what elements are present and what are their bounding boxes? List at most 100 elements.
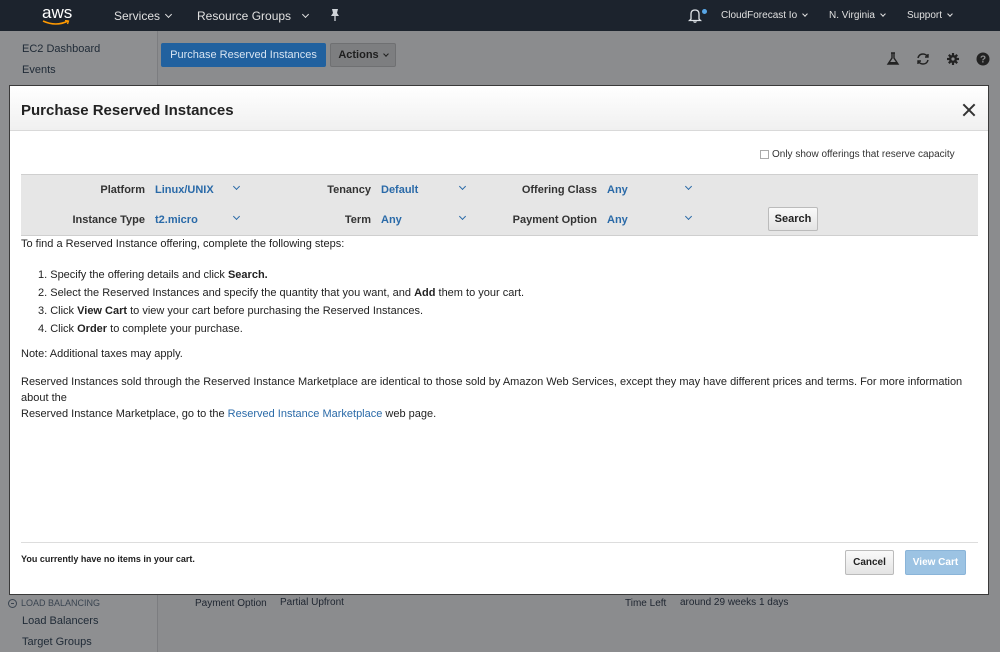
sidebar-item-load-balancers[interactable]: Load Balancers (22, 615, 98, 627)
sidebar-section-load-balancing[interactable]: LOAD BALANCING (8, 598, 100, 608)
collapse-icon (8, 598, 17, 608)
chevron-down-icon (684, 212, 693, 221)
resource-groups-label: Resource Groups (197, 9, 292, 23)
marketplace-line-2: Reserved Instance Marketplace, go to the… (21, 406, 981, 422)
chevron-down-icon (232, 182, 241, 191)
pin-icon[interactable] (329, 8, 341, 22)
tenancy-value: Default (381, 184, 419, 196)
chevron-down-icon (382, 50, 389, 57)
marketplace-text: Reserved Instance Marketplace, go to the (21, 408, 228, 420)
support-label: Support (907, 10, 943, 21)
chevron-down-icon (802, 11, 808, 17)
filter-panel: Platform Linux/UNIX Tenancy Default Offe… (21, 174, 978, 236)
instance-type-value: t2.micro (155, 214, 198, 226)
chevron-down-icon (947, 11, 953, 17)
platform-select[interactable]: Linux/UNIX (155, 182, 243, 196)
payment-option-value: Partial Upfront (280, 597, 344, 608)
payment-option-select[interactable]: Any (607, 212, 695, 226)
step-2: 2. Select the Reserved Instances and spe… (38, 284, 524, 302)
tenancy-label: Tenancy (327, 184, 371, 196)
chevron-down-icon (302, 10, 310, 19)
platform-value: Linux/UNIX (155, 184, 214, 196)
instance-type-select[interactable]: t2.micro (155, 212, 243, 226)
cancel-button[interactable]: Cancel (845, 550, 894, 575)
step-text: to complete your purchase. (107, 323, 243, 335)
offering-class-label: Offering Class (521, 184, 597, 196)
intro-text: To find a Reserved Instance offering, co… (21, 238, 345, 250)
payment-option-label: Payment Option (195, 598, 267, 609)
refresh-icon[interactable] (916, 52, 930, 66)
step-text: them to your cart. (435, 287, 525, 299)
svg-text:?: ? (980, 55, 986, 66)
steps-list: 1. Specify the offering details and clic… (38, 266, 524, 338)
reserve-capacity-option[interactable]: Only show offerings that reserve capacit… (760, 149, 955, 160)
step-bold: Search. (227, 269, 268, 281)
step-4: 4. Click Order to complete your purchase… (38, 320, 524, 338)
modal-header: Purchase Reserved Instances (10, 86, 988, 131)
marketplace-paragraph: Reserved Instances sold through the Rese… (21, 374, 981, 422)
step-bold: Order (77, 323, 108, 335)
support-menu[interactable]: Support (907, 10, 953, 21)
term-label: Term (344, 214, 371, 226)
reserve-capacity-checkbox[interactable] (760, 150, 769, 159)
actions-label: Actions (338, 49, 379, 61)
marketplace-link[interactable]: Reserved Instance Marketplace (228, 408, 383, 420)
logo-smile-icon (42, 20, 70, 25)
chevron-down-icon (458, 182, 467, 191)
chevron-down-icon (684, 182, 693, 191)
bell-icon[interactable] (688, 8, 702, 23)
taxes-note: Note: Additional taxes may apply. (21, 348, 183, 360)
help-icon[interactable]: ? (976, 52, 990, 66)
modal-title: Purchase Reserved Instances (21, 102, 234, 119)
resource-groups-menu[interactable]: Resource Groups (197, 9, 310, 23)
step-1: 1. Specify the offering details and clic… (38, 266, 524, 284)
reserve-capacity-label: Only show offerings that reserve capacit… (772, 149, 955, 160)
step-3: 3. Click View Cart to view your cart bef… (38, 302, 524, 320)
cart-status: You currently have no items in your cart… (21, 554, 195, 564)
step-text: 2. Select the Reserved Instances and spe… (38, 287, 415, 299)
step-bold: Add (414, 287, 436, 299)
account-label: CloudForecast Io (721, 10, 798, 21)
sidebar-item-ec2-dashboard[interactable]: EC2 Dashboard (22, 43, 100, 55)
step-text: to view your cart before purchasing the … (127, 305, 423, 317)
chevron-down-icon (232, 212, 241, 221)
purchase-reserved-instances-modal: Purchase Reserved Instances Only show of… (9, 85, 989, 595)
tenancy-select[interactable]: Default (381, 182, 469, 196)
time-left-value: around 29 weeks 1 days (680, 597, 789, 608)
account-menu[interactable]: CloudForecast Io (721, 10, 808, 21)
notification-dot (702, 9, 707, 14)
services-label: Services (114, 9, 161, 23)
footer-divider (21, 542, 978, 543)
marketplace-text: Reserved Instances sold through the Rese… (21, 376, 963, 404)
top-nav: aws Services Resource Groups CloudForeca… (0, 0, 1000, 31)
term-select[interactable]: Any (381, 212, 469, 226)
marketplace-text: web page. (382, 408, 437, 420)
payment-option-filter-value: Any (607, 214, 628, 226)
step-text: 3. Click (38, 305, 78, 317)
search-button[interactable]: Search (768, 207, 818, 231)
services-menu[interactable]: Services (114, 9, 173, 23)
instance-type-label: Instance Type (72, 214, 145, 226)
section-label: LOAD BALANCING (21, 598, 101, 608)
actions-button[interactable]: Actions (330, 43, 396, 67)
step-text: 1. Specify the offering details and clic… (38, 269, 228, 281)
step-text: 4. Click (38, 323, 78, 335)
platform-label: Platform (100, 184, 145, 196)
sidebar-item-events[interactable]: Events (22, 64, 56, 76)
time-left-label: Time Left (625, 598, 667, 609)
flask-icon[interactable] (886, 52, 900, 66)
gear-icon[interactable] (946, 52, 960, 66)
aws-logo[interactable]: aws (40, 3, 76, 27)
step-bold: View Cart (77, 305, 128, 317)
payment-option-filter-label: Payment Option (512, 214, 597, 226)
view-cart-button[interactable]: View Cart (905, 550, 966, 575)
term-value: Any (381, 214, 402, 226)
chevron-down-icon (880, 11, 886, 17)
close-icon[interactable] (961, 102, 977, 118)
purchase-reserved-instances-button[interactable]: Purchase Reserved Instances (161, 43, 326, 67)
chevron-down-icon (458, 212, 467, 221)
sidebar-item-target-groups[interactable]: Target Groups (22, 636, 92, 648)
offering-class-value: Any (607, 184, 628, 196)
region-menu[interactable]: N. Virginia (829, 10, 886, 21)
offering-class-select[interactable]: Any (607, 182, 695, 196)
